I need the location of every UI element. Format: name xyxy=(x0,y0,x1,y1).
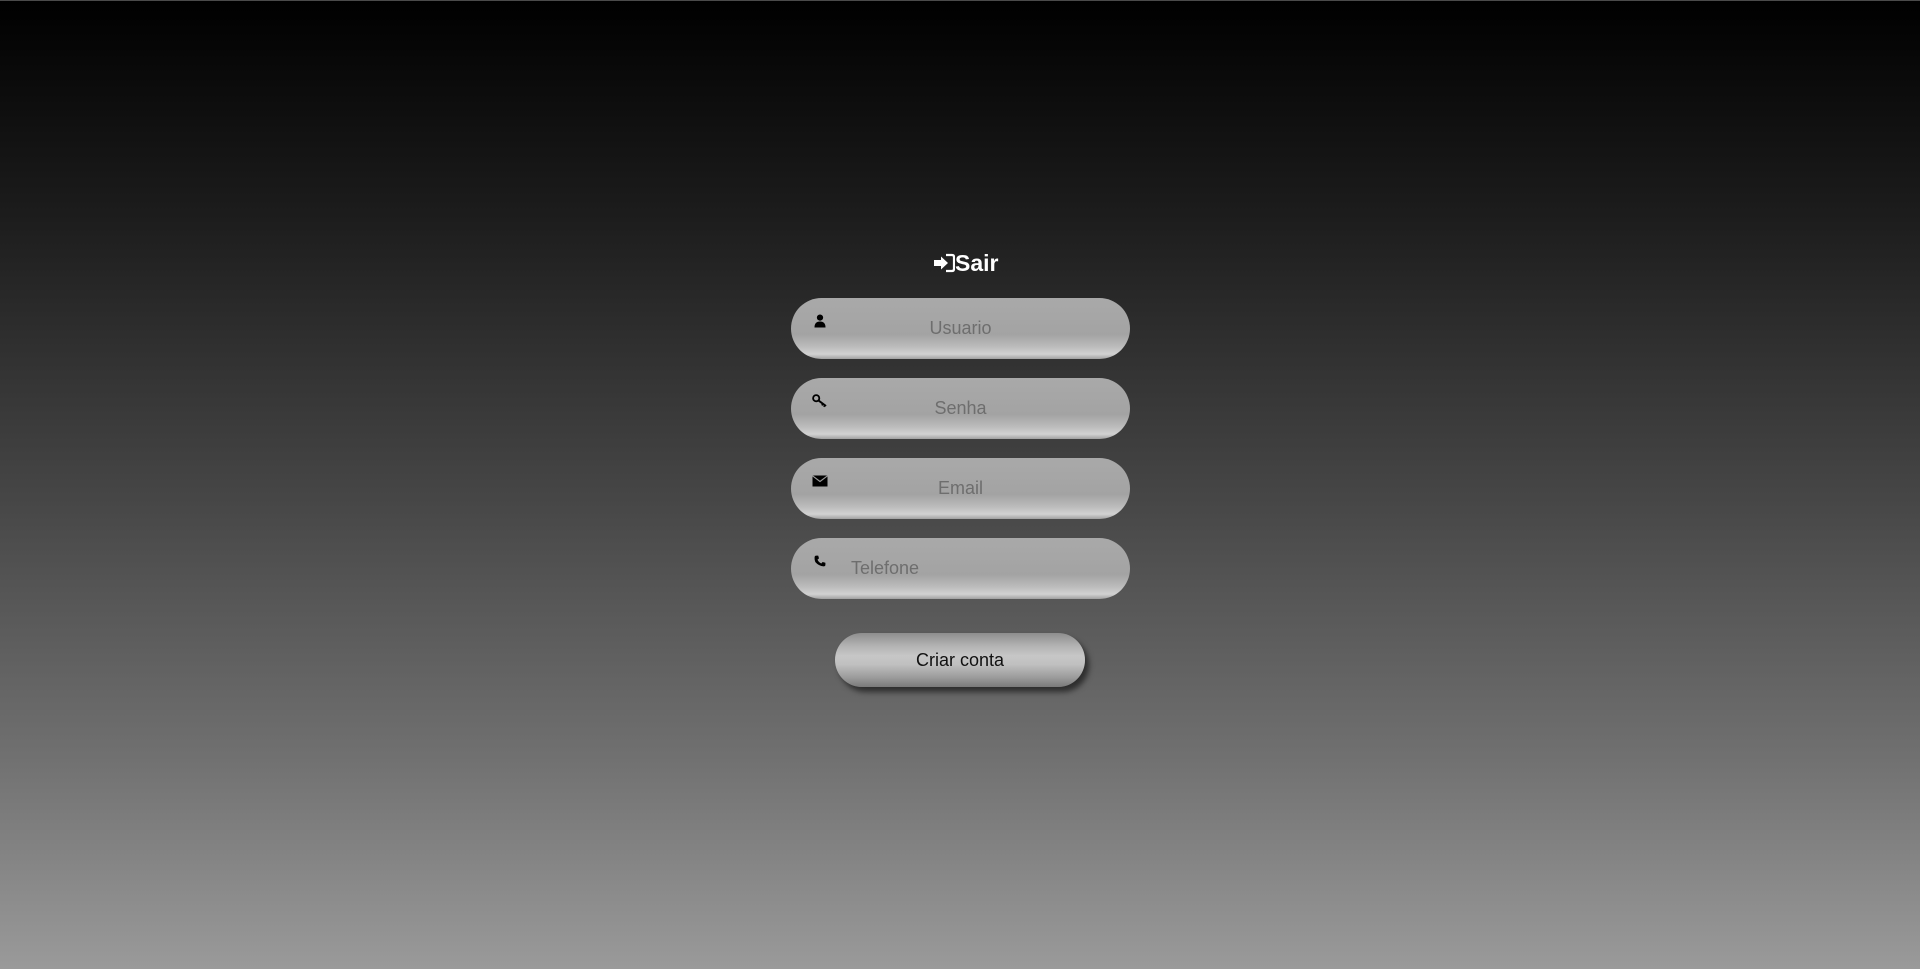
password-field-container xyxy=(791,378,1130,439)
sair-link[interactable]: Sair xyxy=(933,249,998,277)
phone-field-container xyxy=(791,538,1130,599)
top-border xyxy=(0,0,1920,1)
email-input[interactable] xyxy=(791,458,1130,519)
password-input[interactable] xyxy=(791,378,1130,439)
phone-input[interactable] xyxy=(791,538,1130,599)
sair-label: Sair xyxy=(955,249,999,276)
username-input[interactable] xyxy=(791,298,1130,359)
create-account-button[interactable]: Criar conta xyxy=(835,633,1085,687)
username-field-container xyxy=(791,298,1130,359)
sign-in-icon xyxy=(933,253,955,273)
email-field-container xyxy=(791,458,1130,519)
